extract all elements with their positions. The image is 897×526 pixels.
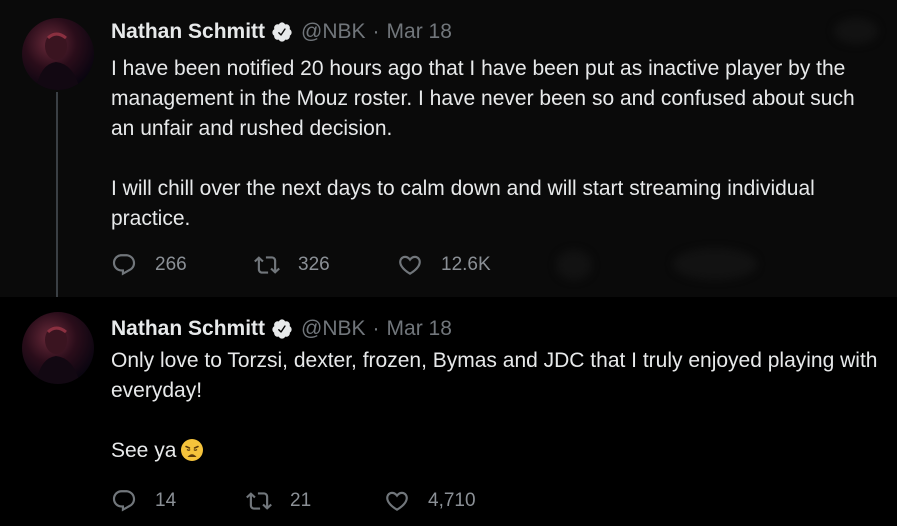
reply-icon (112, 490, 136, 512)
author-handle[interactable]: @NBK (301, 317, 366, 341)
verified-badge-icon (271, 318, 293, 340)
retweet-button[interactable]: 326 (254, 250, 330, 280)
like-count: 12.6K (441, 254, 491, 275)
tweet-header: Nathan Schmitt @NBK · Mar 18 (111, 315, 452, 343)
tweet-paragraph: See ya (111, 439, 177, 462)
tweet-paragraph-with-emoji: See ya (111, 436, 881, 466)
author-handle[interactable]: @NBK (301, 20, 366, 44)
tweet-text: Only love to Torzsi, dexter, frozen, Bym… (111, 346, 881, 466)
like-button[interactable]: 4,710 (384, 486, 476, 516)
share-icon[interactable] (556, 250, 592, 280)
like-count: 4,710 (428, 490, 476, 511)
reply-count: 14 (155, 490, 177, 511)
tweet-date[interactable]: Mar 18 (387, 20, 452, 44)
reply-button[interactable]: 266 (111, 250, 187, 280)
reply-button[interactable]: 14 (111, 486, 176, 516)
retweet-button[interactable]: 21 (246, 486, 311, 516)
like-button[interactable]: 12.6K (397, 250, 491, 280)
retweet-count: 326 (298, 254, 330, 275)
tweet-2[interactable]: Nathan Schmitt @NBK · Mar 18 Only love t… (0, 297, 897, 526)
tweet-1[interactable]: Nathan Schmitt @NBK · Mar 18 I have been… (0, 0, 897, 304)
author-name[interactable]: Nathan Schmitt (111, 20, 265, 44)
verified-badge-icon (271, 21, 293, 43)
analytics-icon[interactable] (673, 248, 757, 280)
retweet-count: 21 (290, 490, 312, 511)
reply-icon (112, 254, 136, 276)
author-name[interactable]: Nathan Schmitt (111, 317, 265, 341)
tweet-paragraph: I will chill over the next days to calm … (111, 177, 815, 230)
heart-icon (386, 491, 408, 511)
separator-dot: · (372, 317, 380, 340)
separator-dot: · (372, 20, 380, 43)
retweet-icon (246, 492, 272, 510)
retweet-icon (254, 256, 280, 274)
reply-count: 266 (155, 254, 187, 275)
thread-connector-line (56, 92, 58, 304)
more-options-icon (834, 18, 878, 44)
avatar[interactable] (22, 312, 94, 384)
heart-icon (399, 255, 421, 275)
tweet-paragraph: Only love to Torzsi, dexter, frozen, Bym… (111, 349, 878, 402)
tweet-date[interactable]: Mar 18 (387, 317, 452, 341)
avatar[interactable] (22, 18, 94, 90)
more-options-button[interactable] (830, 14, 880, 46)
tweet-header: Nathan Schmitt @NBK · Mar 18 (111, 18, 452, 46)
weary-face-emoji (180, 438, 204, 462)
tweet-text: I have been notified 20 hours ago that I… (111, 54, 881, 234)
tweet-actions: 14 21 4,710 (111, 486, 811, 516)
tweet-paragraph: I have been notified 20 hours ago that I… (111, 57, 855, 140)
tweet-actions: 266 326 12.6K (111, 248, 811, 280)
